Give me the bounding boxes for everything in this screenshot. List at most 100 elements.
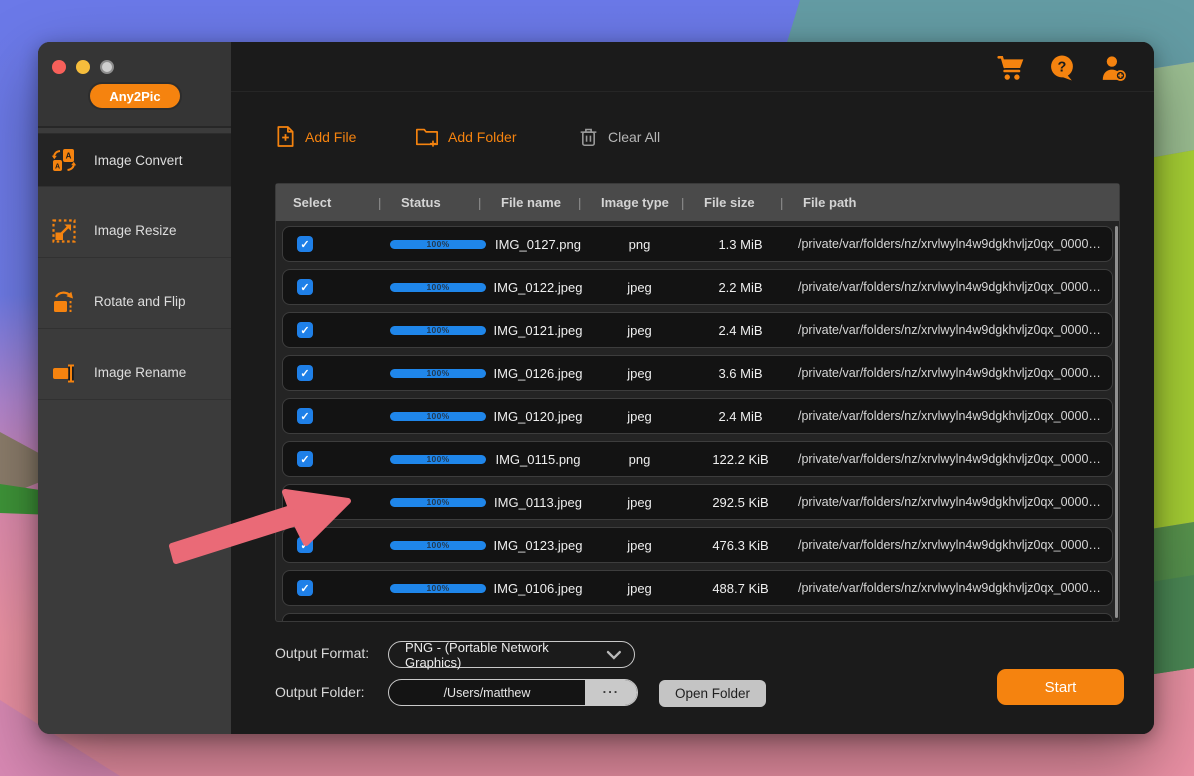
- image-convert-icon: A A: [50, 146, 78, 174]
- file-name: IMG_0122.jpeg: [488, 280, 588, 295]
- row-select-cell: ✓: [283, 408, 388, 424]
- progress-bar: 100%: [390, 240, 486, 249]
- sidebar-item-label: Rotate and Flip: [94, 294, 186, 309]
- table-row[interactable]: ✓ 100% IMG_0120.jpeg jpeg 2.4 MiB /priva…: [282, 398, 1113, 434]
- sidebar-item-image-resize[interactable]: Image Resize: [38, 204, 231, 258]
- open-folder-button[interactable]: Open Folder: [659, 680, 766, 707]
- file-path: /private/var/folders/nz/xrvlwyln4w9dgkhv…: [790, 323, 1112, 337]
- table-row[interactable]: ✓ 100% IMG_0107.jpeg jpeg 433.5 KiB /pri…: [282, 613, 1113, 621]
- file-path: /private/var/folders/nz/xrvlwyln4w9dgkhv…: [790, 495, 1112, 509]
- row-status-cell: 100%: [388, 283, 488, 292]
- sidebar-item-rotate-and-flip[interactable]: Rotate and Flip: [38, 275, 231, 329]
- output-folder-field: ...: [388, 679, 638, 706]
- svg-text:A: A: [66, 152, 72, 161]
- table-row[interactable]: ✓ 100% IMG_0122.jpeg jpeg 2.2 MiB /priva…: [282, 269, 1113, 305]
- table-row[interactable]: ✓ 100% IMG_0123.jpeg jpeg 476.3 KiB /pri…: [282, 527, 1113, 563]
- close-button[interactable]: [52, 60, 66, 74]
- progress-value: 100%: [390, 412, 486, 421]
- file-path: /private/var/folders/nz/xrvlwyln4w9dgkhv…: [790, 538, 1112, 552]
- progress-bar: 100%: [390, 412, 486, 421]
- start-button[interactable]: Start: [997, 669, 1124, 705]
- progress-bar: 100%: [390, 541, 486, 550]
- app-window: Any2Pic A A Image Convert: [38, 42, 1154, 734]
- row-status-cell: 100%: [388, 412, 488, 421]
- row-checkbox[interactable]: ✓: [297, 494, 313, 510]
- chevron-down-icon: [606, 650, 622, 660]
- row-status-cell: 100%: [388, 369, 488, 378]
- row-checkbox[interactable]: ✓: [297, 279, 313, 295]
- row-checkbox[interactable]: ✓: [297, 236, 313, 252]
- column-header-status: Status: [381, 195, 481, 210]
- row-checkbox[interactable]: ✓: [297, 451, 313, 467]
- file-size: 2.4 MiB: [691, 409, 790, 424]
- table-scrollbar[interactable]: [1115, 226, 1118, 618]
- app-logo-badge: Any2Pic: [90, 84, 180, 108]
- image-type: png: [588, 237, 691, 252]
- output-folder-input[interactable]: [389, 680, 585, 705]
- image-type: jpeg: [588, 495, 691, 510]
- table-row[interactable]: ✓ 100% IMG_0121.jpeg jpeg 2.4 MiB /priva…: [282, 312, 1113, 348]
- column-header-file-path: File path: [783, 195, 1119, 210]
- progress-value: 100%: [390, 283, 486, 292]
- add-file-label: Add File: [305, 129, 356, 145]
- progress-value: 100%: [390, 498, 486, 507]
- table-row[interactable]: ✓ 100% IMG_0106.jpeg jpeg 488.7 KiB /pri…: [282, 570, 1113, 606]
- add-file-button[interactable]: Add File: [275, 125, 356, 148]
- column-header-file-size: File size: [684, 195, 783, 210]
- file-size: 476.3 KiB: [691, 538, 790, 553]
- zoom-button[interactable]: [100, 60, 114, 74]
- account-add-icon[interactable]: [1099, 54, 1128, 82]
- file-path: /private/var/folders/nz/xrvlwyln4w9dgkhv…: [790, 452, 1112, 466]
- row-select-cell: ✓: [283, 451, 388, 467]
- table-row[interactable]: ✓ 100% IMG_0127.png png 1.3 MiB /private…: [282, 226, 1113, 262]
- svg-text:A: A: [55, 164, 60, 171]
- file-size: 292.5 KiB: [691, 495, 790, 510]
- file-name: IMG_0115.png: [488, 452, 588, 467]
- file-path: /private/var/folders/nz/xrvlwyln4w9dgkhv…: [790, 280, 1112, 294]
- rotate-flip-icon: [50, 288, 78, 316]
- row-checkbox[interactable]: ✓: [297, 537, 313, 553]
- help-icon[interactable]: ?: [1049, 54, 1076, 82]
- image-resize-icon: [50, 217, 78, 245]
- trash-icon: [578, 125, 599, 148]
- image-type: jpeg: [588, 409, 691, 424]
- table-row[interactable]: ✓ 100% IMG_0113.jpeg jpeg 292.5 KiB /pri…: [282, 484, 1113, 520]
- image-type: jpeg: [588, 581, 691, 596]
- row-checkbox[interactable]: ✓: [297, 580, 313, 596]
- row-select-cell: ✓: [283, 494, 388, 510]
- file-name: IMG_0123.jpeg: [488, 538, 588, 553]
- add-folder-button[interactable]: Add Folder: [415, 125, 516, 148]
- clear-all-button[interactable]: Clear All: [578, 125, 660, 148]
- file-name: IMG_0120.jpeg: [488, 409, 588, 424]
- progress-bar: 100%: [390, 369, 486, 378]
- file-name: IMG_0126.jpeg: [488, 366, 588, 381]
- progress-bar: 100%: [390, 584, 486, 593]
- row-checkbox[interactable]: ✓: [297, 408, 313, 424]
- row-checkbox[interactable]: ✓: [297, 322, 313, 338]
- output-format-value: PNG - (Portable Network Graphics): [405, 640, 606, 670]
- output-format-dropdown[interactable]: PNG - (Portable Network Graphics): [388, 641, 635, 668]
- file-path: /private/var/folders/nz/xrvlwyln4w9dgkhv…: [790, 581, 1112, 595]
- row-select-cell: ✓: [283, 365, 388, 381]
- progress-bar: 100%: [390, 326, 486, 335]
- main-pane: ? Add File: [231, 42, 1154, 734]
- browse-button[interactable]: ...: [585, 680, 637, 705]
- row-status-cell: 100%: [388, 541, 488, 550]
- file-size: 2.4 MiB: [691, 323, 790, 338]
- row-checkbox[interactable]: ✓: [297, 365, 313, 381]
- progress-value: 100%: [390, 326, 486, 335]
- sidebar-item-image-convert[interactable]: A A Image Convert: [38, 133, 231, 187]
- add-folder-label: Add Folder: [448, 129, 516, 145]
- title-bar: ?: [231, 42, 1154, 92]
- image-type: jpeg: [588, 280, 691, 295]
- row-status-cell: 100%: [388, 240, 488, 249]
- output-folder-label: Output Folder:: [275, 684, 365, 700]
- file-path: /private/var/folders/nz/xrvlwyln4w9dgkhv…: [790, 237, 1112, 251]
- cart-icon[interactable]: [996, 54, 1026, 82]
- minimize-button[interactable]: [76, 60, 90, 74]
- table-row[interactable]: ✓ 100% IMG_0126.jpeg jpeg 3.6 MiB /priva…: [282, 355, 1113, 391]
- file-name: IMG_0127.png: [488, 237, 588, 252]
- row-status-cell: 100%: [388, 498, 488, 507]
- sidebar-item-image-rename[interactable]: Image Rename: [38, 346, 231, 400]
- table-row[interactable]: ✓ 100% IMG_0115.png png 122.2 KiB /priva…: [282, 441, 1113, 477]
